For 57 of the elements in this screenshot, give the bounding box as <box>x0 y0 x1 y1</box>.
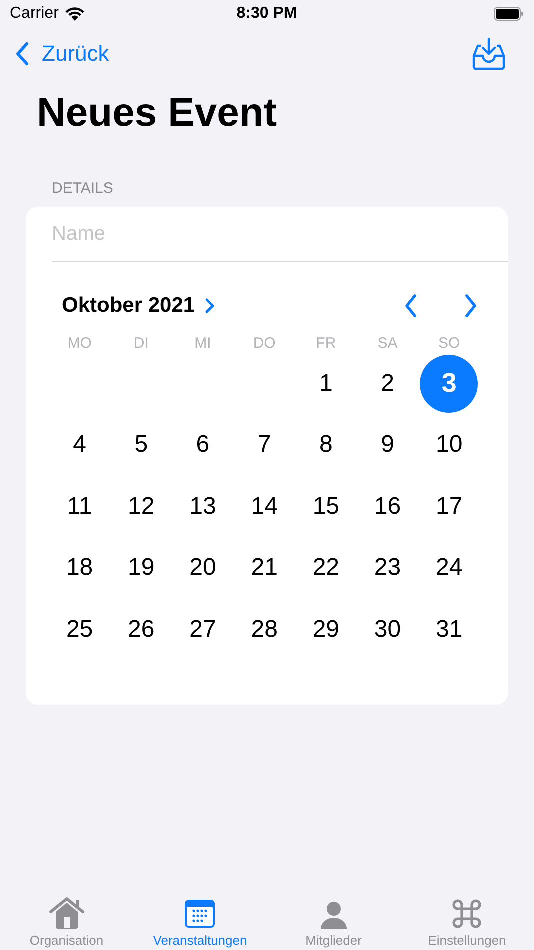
chevron-right-icon <box>205 298 216 314</box>
calendar-day[interactable]: 8 <box>297 416 356 474</box>
calendar-day[interactable]: 6 <box>174 416 232 474</box>
calendar-day[interactable]: 24 <box>420 539 478 598</box>
calendar-day[interactable]: 3 <box>420 354 478 413</box>
calendar-day[interactable]: 21 <box>236 539 294 598</box>
calendar-day[interactable]: 1 <box>297 354 356 413</box>
weekday-label: MI <box>194 335 212 353</box>
calendar-day[interactable]: 2 <box>358 354 417 413</box>
weekday-label: FR <box>316 335 336 353</box>
calendar-day[interactable]: 23 <box>358 539 417 598</box>
weekday-label: SA <box>378 335 398 353</box>
tab-bar-item[interactable]: Veranstaltungen <box>134 888 267 948</box>
month-picker-button[interactable]: Oktober 2021 <box>62 294 216 318</box>
calendar-day[interactable]: 25 <box>50 600 109 659</box>
calendar-day[interactable]: 31 <box>420 600 478 659</box>
inbox-download-icon[interactable] <box>472 38 506 70</box>
calendar-day[interactable]: 15 <box>297 478 356 536</box>
name-field[interactable]: Name <box>52 207 508 262</box>
chevron-left-icon <box>16 42 30 66</box>
calendar-day[interactable]: 18 <box>50 539 109 598</box>
calendar-day[interactable]: 17 <box>420 478 478 536</box>
next-month-icon[interactable] <box>464 294 478 318</box>
wifi-icon <box>64 7 85 21</box>
previous-month-icon[interactable] <box>404 294 418 318</box>
section-header: DETAILS <box>52 180 114 197</box>
calendar-day[interactable]: 29 <box>297 600 356 659</box>
calendar-day[interactable]: 10 <box>420 416 478 474</box>
calendar-day[interactable]: 14 <box>236 478 294 536</box>
page-title: Neues Event <box>37 90 278 137</box>
carrier-text: Carrier <box>10 5 59 23</box>
house-icon <box>48 897 85 929</box>
calendar-day[interactable]: 5 <box>112 416 170 474</box>
calendar-day[interactable]: 26 <box>112 600 170 659</box>
weekday-label: MO <box>68 335 92 353</box>
calendar-day[interactable]: 30 <box>358 600 417 659</box>
battery-icon <box>494 7 524 21</box>
calendar-day[interactable]: 11 <box>50 478 109 536</box>
weekday-label: DO <box>253 335 276 353</box>
calendar-icon <box>184 899 216 929</box>
calendar-day[interactable]: 12 <box>112 478 170 536</box>
calendar-day[interactable]: 27 <box>174 600 232 659</box>
calendar-day[interactable]: 20 <box>174 539 232 598</box>
calendar-day[interactable]: 7 <box>236 416 294 474</box>
person-icon <box>320 901 348 929</box>
clock-text: 8:30 PM <box>236 5 298 23</box>
calendar-day[interactable]: 22 <box>297 539 356 598</box>
weekday-label: SO <box>438 335 460 353</box>
calendar-day[interactable]: 4 <box>50 416 109 474</box>
calendar-day[interactable]: 13 <box>174 478 232 536</box>
calendar-day[interactable]: 19 <box>112 539 170 598</box>
command-key-icon <box>452 899 482 929</box>
calendar-day[interactable]: 9 <box>358 416 417 474</box>
weekday-label: DI <box>134 335 149 353</box>
back-button[interactable]: Zurück <box>16 41 110 67</box>
calendar-day[interactable]: 28 <box>236 600 294 659</box>
calendar-day[interactable]: 16 <box>358 478 417 536</box>
